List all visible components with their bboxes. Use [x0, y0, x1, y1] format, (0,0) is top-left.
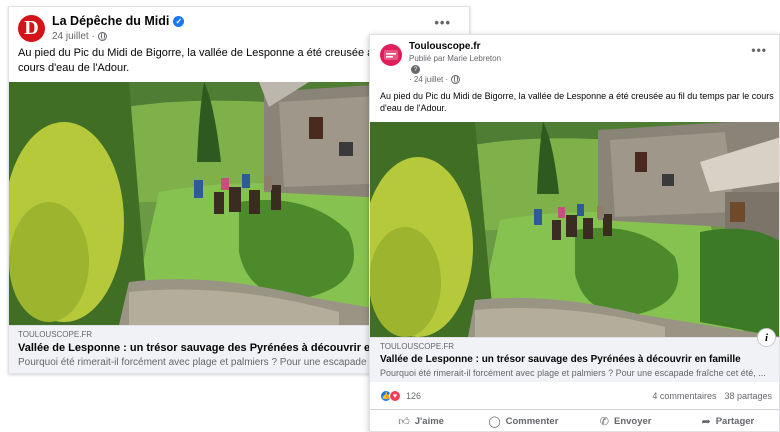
shares-count[interactable]: 38 partages — [724, 391, 772, 401]
globe-icon — [97, 32, 107, 41]
globe-icon — [451, 75, 461, 84]
share-button[interactable]: ➦ Partager — [677, 415, 779, 428]
page-name[interactable]: Toulouscope.fr — [409, 41, 480, 52]
post-card-toulouscope: Toulouscope.fr Publié par Marie Lebreton… — [369, 34, 780, 432]
comment-button[interactable]: ◯ Commenter — [472, 415, 574, 428]
action-bar: 👍︎ J'aime ◯ Commenter ✆ Envoyer ➦ Partag… — [370, 409, 779, 431]
page-name[interactable]: La Dépêche du Midi ✓ — [52, 14, 185, 28]
messenger-icon: ✆ — [599, 416, 609, 428]
post-photo[interactable] — [370, 122, 779, 337]
toulouscope-logo-icon — [384, 50, 398, 60]
post-meta: 24 juillet · — [52, 31, 107, 42]
link-preview[interactable]: TOULOUSCOPE.FR Vallée de Lesponne : un t… — [370, 337, 779, 382]
anonymous-icon: ? — [411, 65, 420, 74]
comments-count[interactable]: 4 commentaires — [652, 391, 716, 401]
heart-icon: ♥ — [389, 390, 401, 402]
page-avatar[interactable] — [380, 44, 402, 66]
reactions-summary[interactable]: 👍 ♥ 126 — [380, 390, 421, 402]
comment-icon: ◯ — [488, 416, 501, 428]
published-by[interactable]: Publié par Marie Lebreton — [409, 54, 501, 63]
more-options-icon[interactable]: ••• — [751, 43, 767, 57]
thumbs-up-icon: 👍︎ — [398, 416, 410, 428]
info-icon[interactable]: i — [757, 328, 776, 347]
like-button[interactable]: 👍︎ J'aime — [370, 415, 472, 428]
valley-photo — [370, 122, 779, 337]
post-meta: · 24 juillet · — [409, 75, 461, 84]
verified-badge-icon: ✓ — [173, 15, 185, 27]
page-avatar[interactable]: D — [18, 15, 45, 42]
engagement-stats: 👍 ♥ 126 4 commentaires 38 partages — [380, 386, 772, 406]
more-options-icon[interactable]: ••• — [434, 15, 451, 30]
send-button[interactable]: ✆ Envoyer — [575, 415, 677, 428]
share-icon: ➦ — [701, 416, 711, 428]
post-text: Au pied du Pic du Midi de Bigorre, la va… — [380, 91, 774, 114]
